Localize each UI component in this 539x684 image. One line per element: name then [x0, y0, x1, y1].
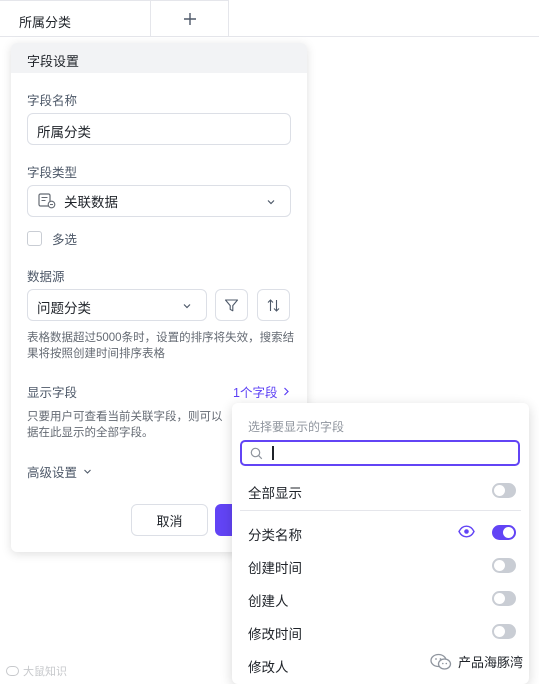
- toggle-knob: [494, 560, 505, 571]
- column-header[interactable]: 所属分类: [0, 0, 151, 37]
- show-all-row[interactable]: 全部显示: [232, 475, 529, 505]
- field-name: 修改人: [248, 660, 289, 675]
- sort-hint-text: 表格数据超过5000条时，设置的排序将失效，搜索结果将按照创建时间排序表格: [27, 332, 295, 360]
- filter-icon: [224, 298, 239, 311]
- multi-select-checkbox[interactable]: [27, 231, 42, 246]
- eye-icon[interactable]: [458, 525, 475, 538]
- field-toggle[interactable]: [492, 558, 516, 573]
- toggle-knob: [494, 593, 505, 604]
- chevron-right-icon: [284, 387, 290, 396]
- field-toggle[interactable]: [492, 525, 516, 540]
- watermark-left-text: 大鼠知识: [23, 666, 67, 678]
- field-row[interactable]: 创建时间: [232, 550, 529, 580]
- field-name: 创建人: [248, 594, 289, 609]
- field-name-label: 字段名称: [27, 94, 78, 108]
- cancel-button[interactable]: 取消: [131, 504, 208, 536]
- filter-button[interactable]: [215, 289, 248, 321]
- text-cursor: [272, 446, 274, 460]
- data-source-select[interactable]: 问题分类: [27, 289, 207, 321]
- chevron-down-icon: [84, 469, 91, 474]
- display-fields-count: 1个字段: [233, 386, 278, 400]
- dropdown-title: 选择要显示的字段: [248, 420, 345, 434]
- data-source-value: 问题分类: [37, 301, 91, 316]
- field-type-value: 关联数据: [64, 195, 118, 210]
- chevron-down-icon: [183, 304, 191, 309]
- toggle-knob: [494, 485, 505, 496]
- multi-select-label: 多选: [52, 233, 78, 247]
- field-name-input[interactable]: 所属分类: [27, 113, 291, 145]
- sort-button[interactable]: [257, 289, 290, 321]
- field-search-input[interactable]: [240, 440, 520, 466]
- sort-icon: [267, 298, 280, 312]
- linked-data-icon: [38, 193, 56, 209]
- table-header-bar: 所属分类: [0, 0, 539, 37]
- field-toggle[interactable]: [492, 624, 516, 639]
- field-type-select[interactable]: 关联数据: [27, 185, 291, 217]
- toggle-knob: [494, 626, 505, 637]
- watermark-logo-icon: [6, 666, 19, 676]
- panel-title: 字段设置: [11, 43, 307, 73]
- advanced-settings-label: 高级设置: [27, 466, 78, 480]
- field-row[interactable]: 分类名称: [232, 517, 529, 547]
- toggle-knob: [503, 527, 514, 538]
- field-toggle[interactable]: [492, 591, 516, 606]
- chevron-down-icon: [267, 200, 275, 205]
- field-name: 修改时间: [248, 627, 302, 642]
- display-fields-link[interactable]: 1个字段: [233, 382, 290, 401]
- display-fields-label: 显示字段: [27, 386, 78, 400]
- data-source-label: 数据源: [27, 270, 65, 284]
- field-type-label: 字段类型: [27, 166, 78, 180]
- show-all-toggle[interactable]: [492, 483, 516, 498]
- wechat-icon: [430, 653, 452, 670]
- field-row[interactable]: 修改时间: [232, 616, 529, 646]
- watermark-right: 产品海豚湾: [430, 652, 523, 671]
- field-name: 创建时间: [248, 561, 302, 576]
- add-column-button[interactable]: [151, 0, 229, 37]
- divider: [240, 510, 521, 511]
- show-all-label: 全部显示: [248, 486, 302, 501]
- advanced-settings-toggle[interactable]: 高级设置: [27, 462, 92, 481]
- field-row[interactable]: 创建人: [232, 583, 529, 613]
- watermark-right-text: 产品海豚湾: [458, 655, 524, 670]
- plus-icon: [183, 13, 196, 25]
- field-name: 分类名称: [248, 528, 302, 543]
- search-icon: [250, 447, 263, 459]
- watermark-left: 大鼠知识: [6, 663, 67, 679]
- multi-select-option[interactable]: 多选: [27, 229, 77, 248]
- display-fields-dropdown: 选择要显示的字段 全部显示 分类名称 创建时间 创建人 修改时间 修改人: [232, 403, 529, 684]
